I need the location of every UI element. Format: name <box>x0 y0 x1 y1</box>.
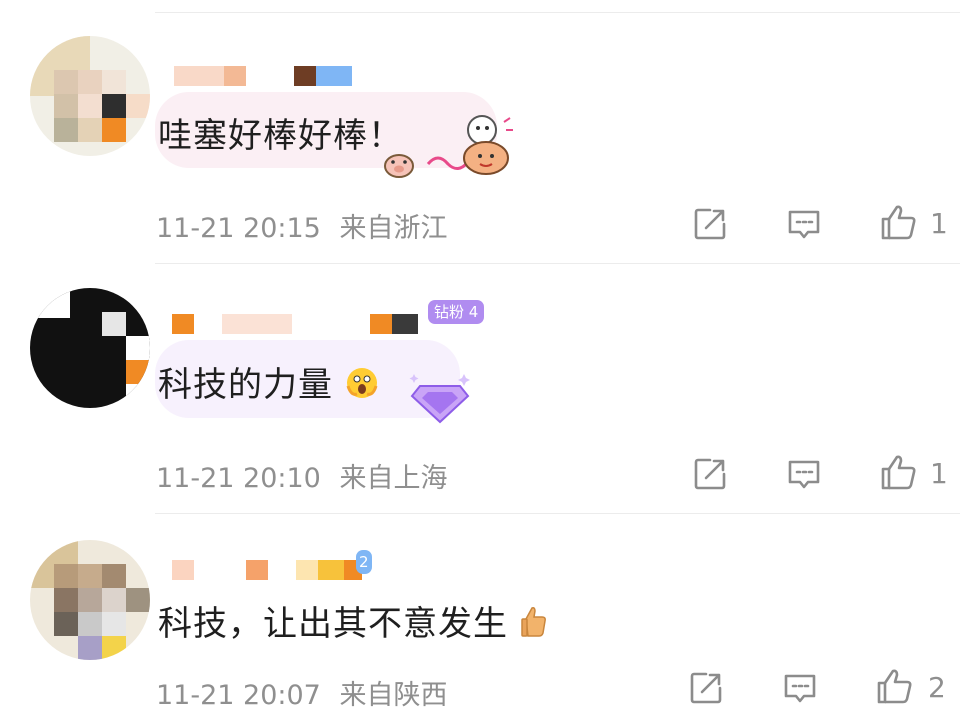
share-icon <box>690 672 722 704</box>
thumbs-up-emoji-icon <box>520 605 548 648</box>
comment-divider <box>155 263 960 264</box>
reply-button[interactable] <box>784 454 824 494</box>
like-icon <box>881 205 916 240</box>
like-button[interactable] <box>878 452 918 492</box>
share-button[interactable] <box>690 204 730 244</box>
share-icon <box>694 208 726 240</box>
comment-location: 来自上海 <box>339 463 448 494</box>
comment-time: 11-21 20:07 <box>156 680 321 711</box>
like-count: 1 <box>930 457 948 490</box>
share-icon <box>694 458 726 490</box>
comment-text: 科技，让出其不意发生 <box>158 596 548 648</box>
comment-meta: 11-21 20:07 来自陕西 <box>156 673 447 712</box>
diamond-decoration-icon <box>406 368 474 432</box>
shocked-face-emoji-icon <box>345 366 379 409</box>
username-masked[interactable] <box>156 66 356 86</box>
like-button[interactable] <box>878 202 918 242</box>
like-count: 2 <box>928 671 946 704</box>
reply-button[interactable] <box>780 668 820 708</box>
username-masked[interactable] <box>156 314 426 334</box>
comment-location: 来自浙江 <box>339 213 448 244</box>
top-divider <box>155 12 960 13</box>
share-button[interactable] <box>686 668 726 708</box>
comment-location: 来自陕西 <box>339 680 448 711</box>
comment-text-label: 科技，让出其不意发生 <box>158 604 508 644</box>
like-count: 1 <box>930 207 948 240</box>
like-icon <box>877 669 912 704</box>
pig-doodle-icon <box>382 150 416 182</box>
comment-text: 哇塞好棒好棒！ <box>158 116 403 156</box>
avatar[interactable] <box>30 288 150 408</box>
comment-icon <box>788 460 820 489</box>
reply-button[interactable] <box>784 204 824 244</box>
username-masked[interactable] <box>156 560 366 580</box>
like-icon <box>881 455 916 490</box>
comment-text: 科技的力量 <box>158 357 379 409</box>
avatar[interactable] <box>30 540 150 660</box>
fan-badge[interactable]: 2 <box>356 550 372 574</box>
share-button[interactable] <box>690 454 730 494</box>
like-button[interactable] <box>874 666 914 706</box>
avatar[interactable] <box>30 36 150 156</box>
comment-meta: 11-21 20:10 来自上海 <box>156 456 447 495</box>
comment-time: 11-21 20:15 <box>156 213 321 244</box>
fan-badge[interactable]: 钻粉 4 <box>428 300 485 324</box>
comment-text-label: 科技的力量 <box>158 365 333 405</box>
comment-divider <box>155 513 960 514</box>
comment-time: 11-21 20:10 <box>156 463 321 494</box>
comment-icon <box>784 674 816 703</box>
comment-icon <box>788 210 820 239</box>
cartoon-sticker-icon <box>424 112 516 186</box>
comment-meta: 11-21 20:15 来自浙江 <box>156 206 447 245</box>
